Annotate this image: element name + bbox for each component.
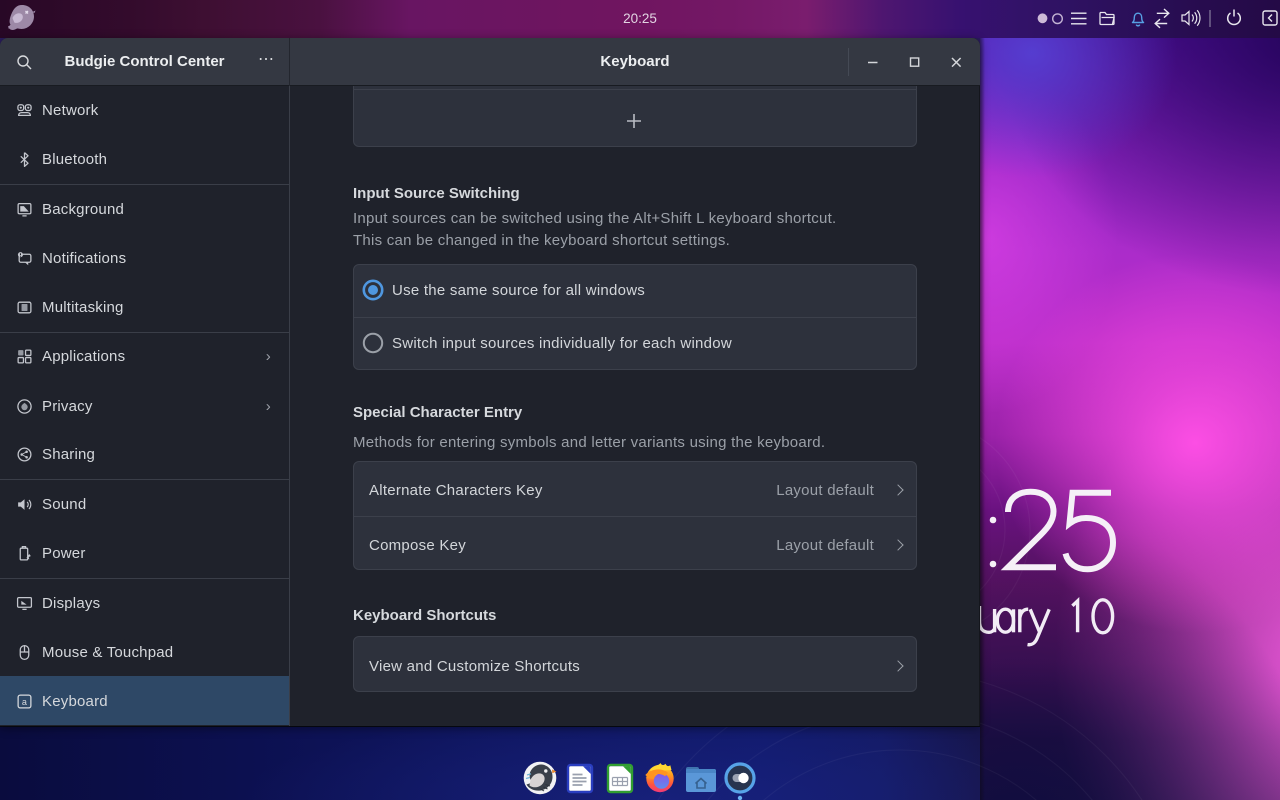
svg-text:a: a: [22, 696, 28, 706]
